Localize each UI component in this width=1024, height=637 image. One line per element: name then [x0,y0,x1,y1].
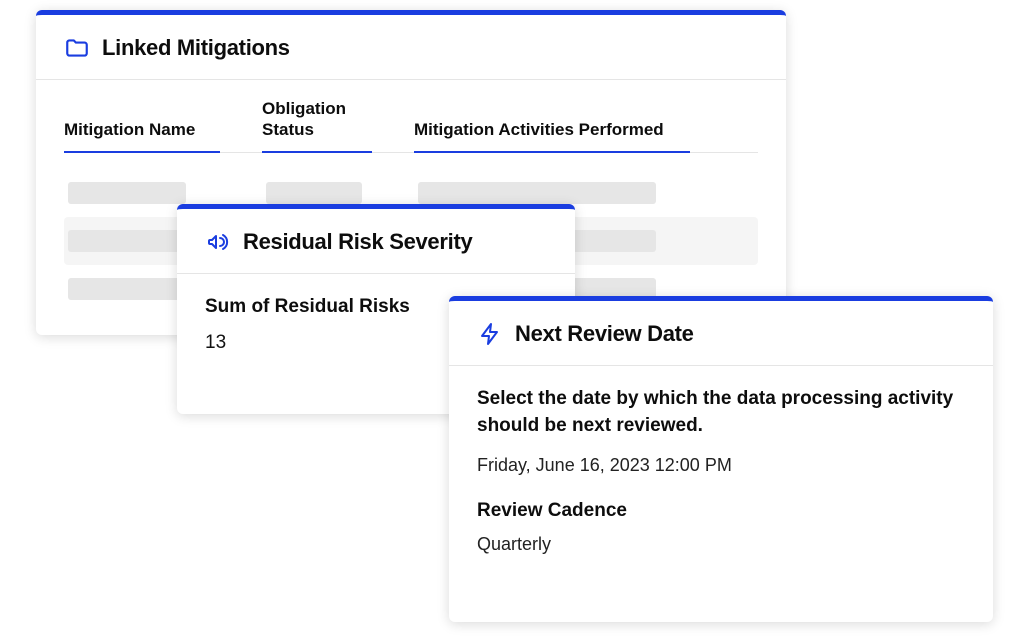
cadence-value[interactable]: Quarterly [477,534,965,555]
review-prompt: Select the date by which the data proces… [477,386,965,439]
skeleton-cell [266,182,362,204]
review-date-value[interactable]: Friday, June 16, 2023 12:00 PM [477,455,965,476]
column-header-name[interactable]: Mitigation Name [64,119,220,152]
skeleton-cell [68,278,186,300]
residual-risk-header: Residual Risk Severity [177,209,575,273]
residual-risk-title: Residual Risk Severity [243,229,472,255]
cadence-label: Review Cadence [477,500,965,522]
linked-mitigations-header: Linked Mitigations [36,15,786,79]
linked-mitigations-title: Linked Mitigations [102,35,290,61]
column-header-activities[interactable]: Mitigation Activities Performed [414,119,690,152]
next-review-body: Select the date by which the data proces… [449,366,993,577]
table-header-row: Mitigation Name Obligation Status Mitiga… [64,98,758,153]
folder-icon [64,35,90,61]
next-review-title: Next Review Date [515,321,694,347]
next-review-card: Next Review Date Select the date by whic… [449,296,993,622]
next-review-header: Next Review Date [449,301,993,365]
skeleton-cell [68,182,186,204]
column-header-status[interactable]: Obligation Status [262,98,372,153]
lightning-icon [477,321,503,347]
skeleton-cell [418,182,656,204]
megaphone-icon [205,229,231,255]
skeleton-cell [68,230,186,252]
